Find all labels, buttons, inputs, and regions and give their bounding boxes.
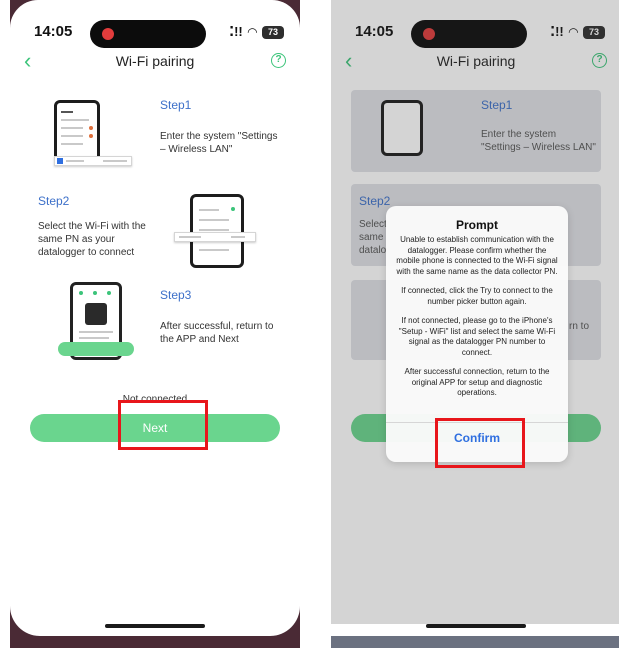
step3-next-illustration	[58, 342, 134, 356]
home-indicator	[426, 624, 526, 628]
screenshot-comparison: 14:05 ⁚!! ◠ 73 ‹ Wi-Fi pairing ? Step1 E…	[0, 0, 619, 648]
dialog-title: Prompt	[456, 218, 498, 232]
dialog-body: Unable to establish communication with t…	[396, 235, 558, 408]
step2-phone-illustration	[190, 194, 244, 268]
phone-left: 14:05 ⁚!! ◠ 73 ‹ Wi-Fi pairing ? Step1 E…	[10, 0, 300, 648]
step3-title: Step3	[160, 288, 192, 302]
step2-wifi-card	[174, 232, 256, 242]
step1-wlan-card	[54, 156, 132, 166]
home-indicator	[105, 624, 205, 628]
step1-phone-illustration	[54, 100, 100, 162]
dynamic-island	[90, 20, 206, 48]
status-time: 14:05	[34, 23, 73, 40]
red-highlight-box	[118, 400, 208, 450]
cellular-signal-icon: ⁚!!	[229, 24, 243, 39]
dialog-paragraph-4: After successful connection, return to t…	[404, 367, 550, 397]
battery-icon: 73	[262, 25, 284, 39]
dialog-paragraph-1: Unable to establish communication with t…	[396, 235, 558, 276]
wifi-pairing-screen-with-prompt: 14:05 ⁚!! ◠ 73 ‹ Wi-Fi pairing ? Step1 E…	[331, 0, 619, 636]
wifi-pairing-screen: 14:05 ⁚!! ◠ 73 ‹ Wi-Fi pairing ? Step1 E…	[10, 0, 300, 636]
recording-dot-icon	[102, 28, 114, 40]
step2-title: Step2	[38, 194, 70, 208]
step2-description: Select the Wi-Fi with the same PN as you…	[38, 221, 146, 258]
step1-title: Step1	[160, 98, 192, 112]
dialog-paragraph-3: If not connected, please go to the iPhon…	[398, 316, 556, 357]
datalogger-icon	[85, 303, 107, 325]
wifi-icon: ◠	[247, 25, 257, 39]
page-title: Wi-Fi pairing	[115, 53, 195, 69]
red-highlight-box	[435, 418, 525, 468]
step1-description: Enter the system "Settings – Wireless LA…	[160, 131, 278, 155]
status-icons: ⁚!! ◠ 73	[229, 24, 284, 40]
nav-bar: ‹ Wi-Fi pairing ?	[10, 50, 300, 74]
dialog-paragraph-2: If connected, click the Try to connect t…	[401, 286, 553, 306]
phone-right: 14:05 ⁚!! ◠ 73 ‹ Wi-Fi pairing ? Step1 E…	[331, 0, 619, 648]
step3-description: After successful, return to the APP and …	[160, 321, 274, 345]
help-question-icon[interactable]: ?	[271, 53, 286, 68]
status-bar: 14:05 ⁚!! ◠ 73	[10, 20, 300, 48]
